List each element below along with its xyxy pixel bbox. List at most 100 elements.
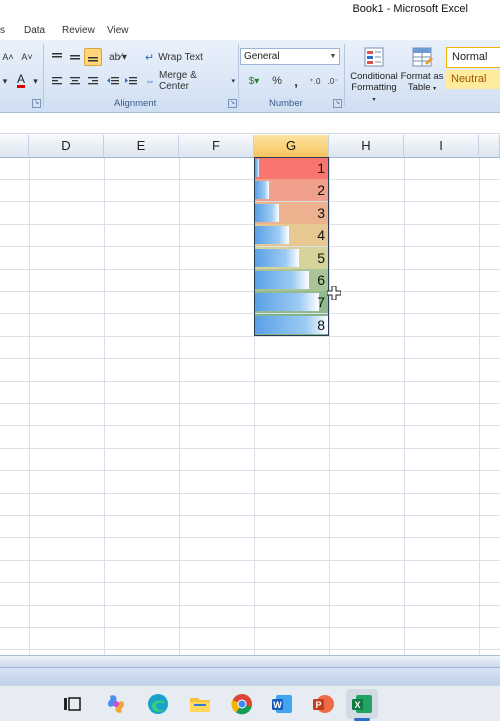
column-header-partial[interactable]: [0, 135, 29, 157]
cell-style-normal[interactable]: Normal: [446, 47, 500, 68]
data-bar: [255, 226, 289, 244]
align-center-icon: [70, 77, 80, 85]
column-header-g[interactable]: G: [254, 135, 329, 157]
wrap-text-icon: ↵: [145, 51, 155, 64]
accounting-icon: $▾: [248, 75, 260, 87]
task-view-icon[interactable]: [60, 692, 84, 716]
status-bar: [0, 667, 500, 686]
excel-icon[interactable]: X: [350, 692, 374, 716]
cell-g4[interactable]: 4: [254, 224, 329, 246]
column-gridline: [104, 157, 105, 655]
accounting-format-button[interactable]: $▾: [242, 72, 266, 90]
font-color-dropdown[interactable]: ▾: [31, 72, 40, 90]
merge-center-button[interactable]: ⇔ Merge & Center ▾: [144, 70, 236, 92]
conditional-formatting-button[interactable]: Conditional Formatting ▾: [350, 44, 398, 103]
svg-text:W: W: [273, 700, 282, 710]
align-left-button[interactable]: [48, 72, 66, 90]
row-gridline: [0, 605, 500, 606]
row-gridline: [0, 224, 500, 225]
tab-formulas-partial[interactable]: s: [0, 25, 5, 36]
align-middle-button[interactable]: [66, 48, 84, 66]
font-color-button[interactable]: A: [12, 72, 30, 90]
increase-indent-icon: [125, 77, 137, 85]
cell-g5[interactable]: 5: [254, 247, 329, 269]
data-bar: [255, 293, 319, 311]
align-right-icon: [88, 77, 98, 85]
cell-g3[interactable]: 3: [254, 202, 329, 224]
svg-text:P: P: [315, 700, 321, 710]
edge-icon[interactable]: [146, 692, 170, 716]
tab-review[interactable]: Review: [62, 25, 95, 36]
cell-value: 7: [317, 294, 325, 310]
font-dialog-launcher[interactable]: ↘: [32, 99, 41, 108]
row-gridline: [0, 560, 500, 561]
worksheet-grid[interactable]: [0, 135, 500, 655]
cell-value: 8: [317, 317, 325, 333]
data-bar: [255, 249, 299, 267]
cell-style-neutral[interactable]: Neutral: [446, 70, 500, 89]
align-top-button[interactable]: [48, 48, 66, 66]
ribbon: A˄ A˅ ▾ A ▾ ↘ ab⁄▾ ↵ Wrap Text ⇔ Merge &…: [0, 40, 500, 113]
align-right-button[interactable]: [84, 72, 102, 90]
decrease-decimal-button[interactable]: .0⁻: [324, 72, 342, 90]
cell-value: 6: [317, 272, 325, 288]
row-gridline: [0, 537, 500, 538]
format-as-table-button[interactable]: Format as Table ▾: [400, 44, 444, 100]
row-gridline: [0, 336, 500, 337]
tab-data[interactable]: Data: [24, 25, 45, 36]
cell-value: 5: [317, 250, 325, 266]
row-gridline: [0, 201, 500, 202]
align-center-button[interactable]: [66, 72, 84, 90]
row-gridline: [0, 493, 500, 494]
orientation-button[interactable]: ab⁄▾: [106, 48, 130, 66]
orientation-icon: ab⁄▾: [109, 51, 127, 63]
align-bottom-button[interactable]: [84, 48, 102, 66]
wrap-text-button[interactable]: ↵ Wrap Text: [144, 48, 214, 66]
row-gridline: [0, 448, 500, 449]
column-gridline: [29, 157, 30, 655]
column-headers: D E F G H I: [0, 135, 500, 158]
chevron-down-icon: ▾: [433, 86, 437, 92]
tab-view[interactable]: View: [107, 25, 129, 36]
number-format-select[interactable]: General ▼: [240, 48, 340, 65]
column-header-h[interactable]: H: [329, 135, 404, 157]
cell-g1[interactable]: 1: [254, 157, 329, 179]
conditional-formatting-icon: [364, 47, 384, 67]
row-gridline: [0, 246, 500, 247]
row-gridline: [0, 425, 500, 426]
decrease-indent-button[interactable]: [104, 72, 122, 90]
cell-g2[interactable]: 2: [254, 179, 329, 201]
fill-color-dropdown[interactable]: ▾: [0, 72, 10, 90]
row-gridline: [0, 470, 500, 471]
group-separator: [238, 44, 239, 106]
chrome-icon[interactable]: [230, 692, 254, 716]
comma-style-button[interactable]: ,: [288, 72, 304, 90]
word-icon[interactable]: W: [270, 692, 294, 716]
cell-g8[interactable]: 8: [254, 314, 329, 336]
column-header-e[interactable]: E: [104, 135, 179, 157]
svg-text:X: X: [354, 700, 360, 710]
column-header-f[interactable]: F: [179, 135, 254, 157]
row-gridline: [0, 269, 500, 270]
alignment-dialog-launcher[interactable]: ↘: [228, 99, 237, 108]
group-separator: [344, 44, 345, 106]
row-gridline: [0, 515, 500, 516]
column-header-d[interactable]: D: [29, 135, 104, 157]
cell-value: 4: [317, 227, 325, 243]
powerpoint-icon[interactable]: P: [311, 692, 335, 716]
copilot-icon[interactable]: [104, 692, 128, 716]
taskbar: W P X: [0, 685, 500, 721]
increase-indent-button[interactable]: [122, 72, 140, 90]
shrink-font-button[interactable]: A˅: [18, 48, 36, 66]
group-alignment-label: Alignment: [114, 98, 157, 109]
increase-decimal-button[interactable]: ⁺.0: [306, 72, 324, 90]
column-header-i[interactable]: I: [404, 135, 479, 157]
file-explorer-icon[interactable]: [188, 692, 212, 716]
decrease-indent-icon: [107, 77, 119, 85]
grow-font-button[interactable]: A˄: [0, 48, 16, 66]
column-header-partial[interactable]: [479, 135, 500, 157]
number-dialog-launcher[interactable]: ↘: [333, 99, 342, 108]
cell-g7[interactable]: 7: [254, 291, 329, 313]
cell-g6[interactable]: 6: [254, 269, 329, 291]
percent-style-button[interactable]: %: [268, 72, 286, 90]
